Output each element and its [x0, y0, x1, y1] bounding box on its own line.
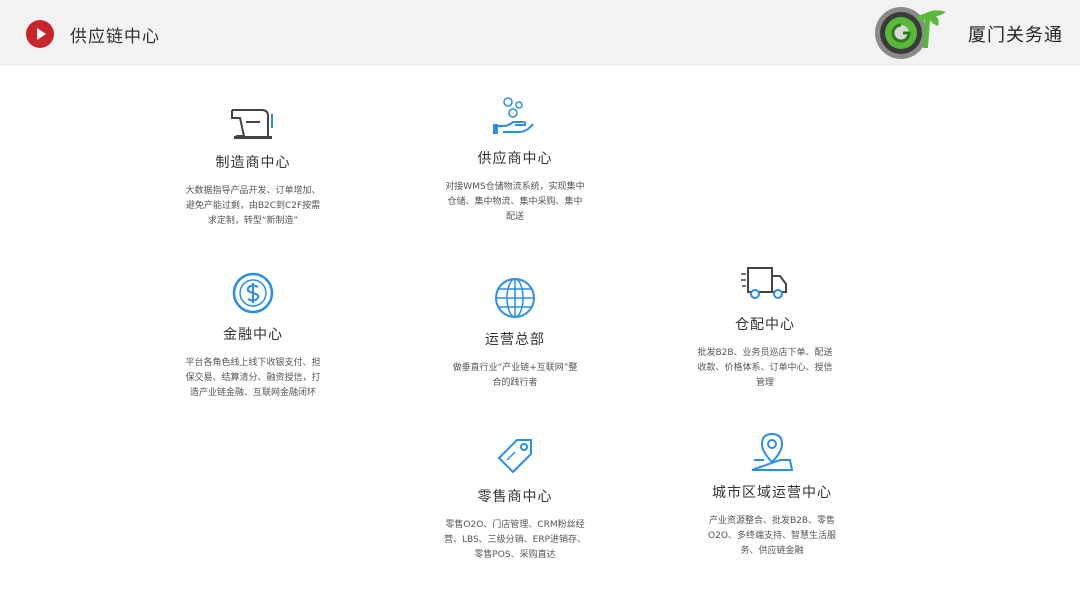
header-bar: 供应链中心 厦门关务通 [0, 0, 1080, 66]
card-retail: 零售商中心 零售O2O、门店管理、CRM粉丝经 营、LBS、三级分销、ERP进销… [432, 434, 598, 563]
card-title: 仓配中心 [735, 317, 795, 333]
logo-icon [875, 7, 946, 59]
price-tag-icon [497, 439, 532, 474]
card-city: 城市区域运营中心 产业资源整合、批发B2B、零售 O2O、多终端支持、智慧生活服… [682, 430, 862, 559]
page-title: 供应链中心 [70, 27, 160, 47]
company-logo: 厦门关务通 [870, 0, 1080, 66]
card-title: 制造商中心 [215, 155, 291, 171]
card-manufacturer: 制造商中心 大数据指导产品开发、订单增加、 避免产能过剩，由B2C到C2F按需 … [170, 100, 336, 229]
hand-bubbles-icon [493, 97, 534, 134]
card-supplier: 供应商中心 对接WMS仓储物流系统，实现集中 仓储、集中物流、集中采购、集中 配… [432, 96, 598, 225]
card-warehouse: 仓配中心 批发B2B、业务员巡店下单、配送 收款、价格体系、订单中心、授信 管理 [682, 262, 848, 391]
card-description: 对接WMS仓储物流系统，实现集中 仓储、集中物流、集中采购、集中 配送 [445, 182, 585, 222]
play-icon [26, 20, 54, 48]
card-description: 平台各角色线上线下收银支付、担 保交易、结算清分、融资授信，打 造产业链金融、互… [185, 358, 321, 398]
card-finance: 金融中心 平台各角色线上线下收银支付、担 保交易、结算清分、融资授信，打 造产业… [170, 272, 336, 401]
card-description: 大数据指导产品开发、订单增加、 避免产能过剩，由B2C到C2F按需 求定制，转型… [185, 186, 321, 226]
globe-icon [495, 278, 535, 318]
card-description: 零售O2O、门店管理、CRM粉丝经 营、LBS、三级分销、ERP进销存、 零售P… [443, 520, 587, 560]
card-description: 做垂直行业“产业链+互联网”整 合的践行者 [452, 363, 578, 388]
card-title: 零售商中心 [477, 489, 553, 505]
sewing-machine-icon [231, 109, 273, 139]
card-description: 批发B2B、业务员巡店下单、配送 收款、价格体系、订单中心、授信 管理 [697, 348, 833, 388]
card-title: 金融中心 [223, 327, 283, 343]
map-pin-icon [751, 432, 794, 471]
card-description: 产业资源整合、批发B2B、零售 O2O、多终端支持、智慧生活服 务、供应链金融 [708, 516, 836, 556]
card-title: 运营总部 [485, 332, 545, 348]
dollar-coin-icon [232, 272, 274, 314]
card-operations: 运营总部 做垂直行业“产业链+互联网”整 合的践行者 [432, 277, 598, 391]
card-title: 城市区域运营中心 [712, 485, 832, 501]
company-name: 厦门关务通 [968, 25, 1063, 46]
card-title: 供应商中心 [477, 151, 553, 167]
delivery-truck-icon [741, 267, 787, 299]
